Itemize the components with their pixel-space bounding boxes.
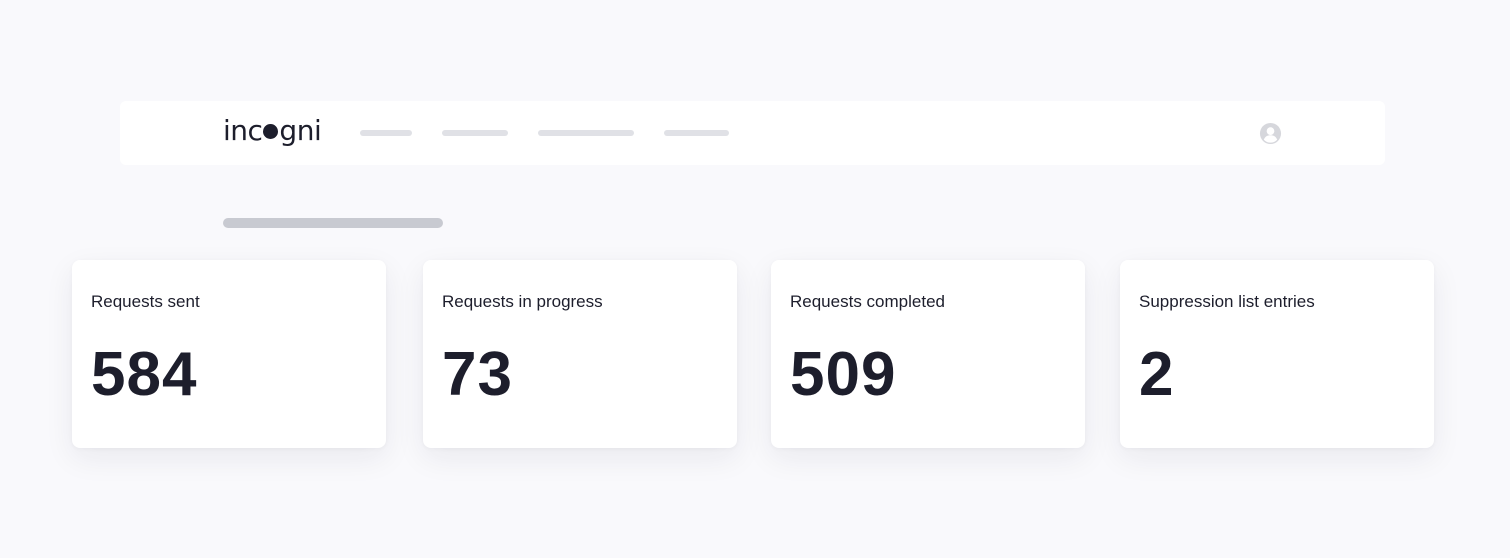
logo-text-left: inc — [223, 114, 263, 147]
nav-placeholder-4[interactable] — [664, 130, 729, 136]
logo-dot-icon — [263, 124, 279, 139]
page-title-placeholder — [223, 218, 443, 228]
incogni-logo[interactable]: inc gni — [223, 114, 322, 148]
stat-label: Requests sent — [91, 292, 200, 311]
stat-value: 509 — [790, 340, 897, 409]
stat-label: Requests in progress — [442, 292, 603, 311]
stat-label: Suppression list entries — [1139, 292, 1315, 311]
nav-placeholder-2[interactable] — [442, 130, 508, 136]
logo-text-right: gni — [279, 114, 322, 147]
nav-placeholder-3[interactable] — [538, 130, 634, 136]
user-circle-icon[interactable] — [1259, 122, 1282, 145]
nav-placeholder-1[interactable] — [360, 130, 412, 136]
stat-value: 73 — [442, 340, 513, 409]
stat-label: Requests completed — [790, 292, 945, 311]
top-navigation-bar: inc gni — [120, 101, 1385, 165]
stat-card-requests-sent: Requests sent 584 — [72, 260, 386, 448]
stat-card-suppression-list-entries: Suppression list entries 2 — [1120, 260, 1434, 448]
stat-value: 2 — [1139, 340, 1175, 409]
stat-value: 584 — [91, 340, 198, 409]
stat-card-requests-in-progress: Requests in progress 73 — [423, 260, 737, 448]
stat-card-requests-completed: Requests completed 509 — [771, 260, 1085, 448]
